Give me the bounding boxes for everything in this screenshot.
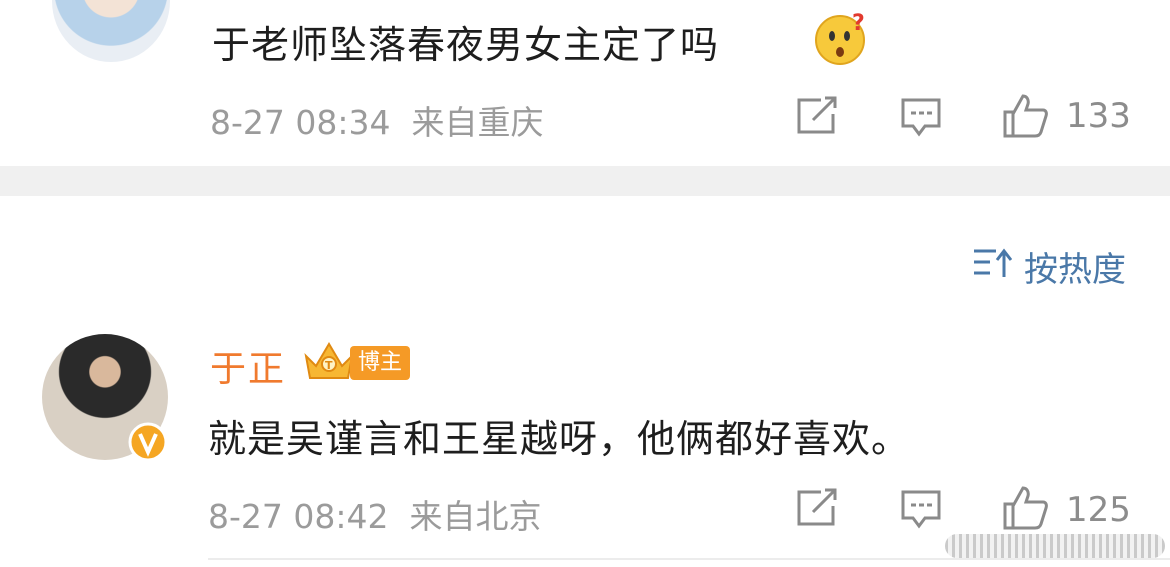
surprised-face-emoji: ?	[812, 10, 868, 66]
sort-icon	[972, 245, 1013, 288]
username[interactable]: 于正	[210, 340, 286, 392]
sort-by-hot-button[interactable]: 按热度	[972, 242, 1126, 291]
blogger-badge: 博主	[350, 346, 411, 380]
comment-icon[interactable]	[899, 488, 943, 534]
comment-meta: 8-27 08:42 来自北京	[208, 497, 542, 536]
share-icon[interactable]	[795, 488, 839, 532]
comment-text: 于老师坠落春夜男女主定了吗	[212, 23, 720, 67]
like-count: 133	[1066, 96, 1131, 136]
svg-text:?: ?	[852, 11, 865, 36]
like-icon[interactable]	[1001, 484, 1049, 534]
comment-meta: 8-27 08:34 来自重庆	[210, 103, 544, 142]
comment-icon[interactable]	[899, 96, 943, 142]
like-icon[interactable]	[1001, 92, 1049, 142]
like-count: 125	[1066, 490, 1131, 530]
share-icon[interactable]	[795, 96, 839, 140]
section-divider	[0, 166, 1170, 196]
comment-text: 就是吴谨言和王星越呀，他俩都好喜欢。	[208, 417, 911, 461]
crown-icon: T	[302, 338, 356, 384]
svg-text:T: T	[325, 359, 333, 372]
row-separator	[208, 558, 1170, 560]
sort-label: 按热度	[1024, 250, 1126, 290]
avatar[interactable]	[52, 0, 170, 62]
verified-icon	[128, 422, 168, 462]
scrollbar[interactable]	[945, 534, 1165, 558]
